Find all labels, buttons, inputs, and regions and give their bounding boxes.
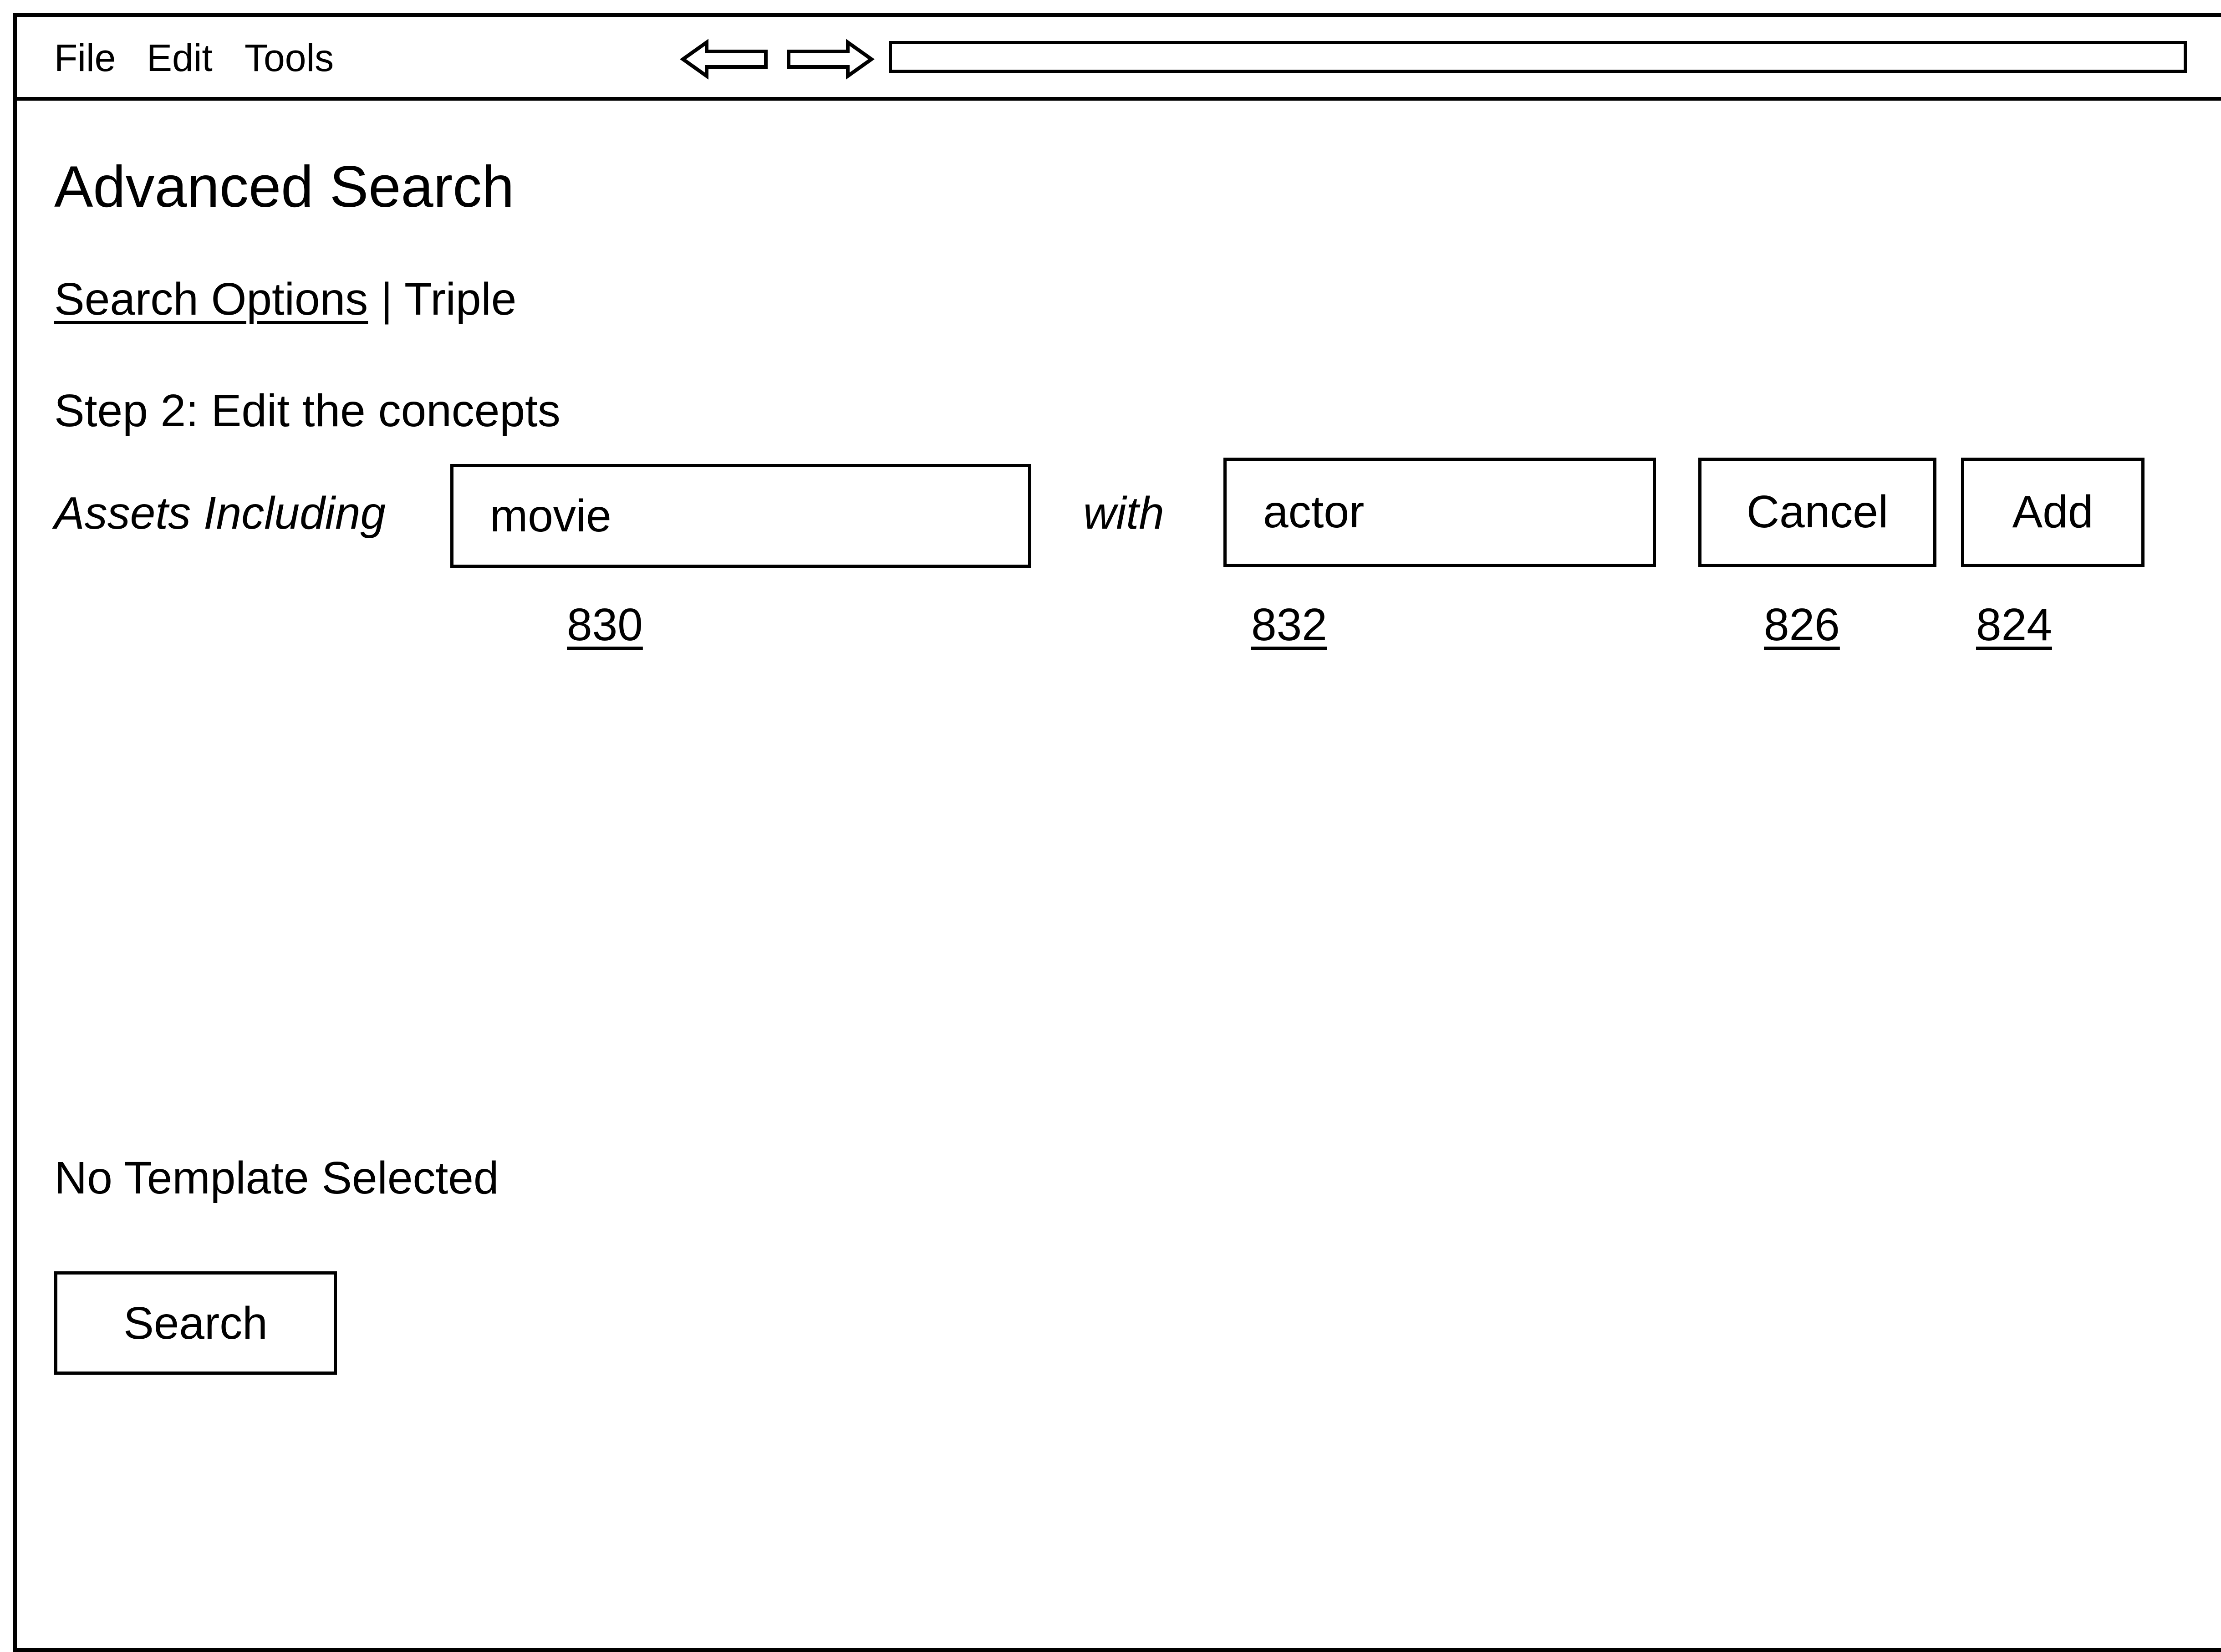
search-options-link[interactable]: Search Options — [54, 274, 368, 325]
address-bar[interactable] — [889, 41, 2187, 73]
reference-numeral-826: 826 — [1764, 599, 1840, 650]
search-button-label: Search — [123, 1297, 268, 1349]
object-concept-input[interactable]: actor — [1223, 458, 1656, 567]
connector-label: with — [1083, 488, 1164, 539]
subject-concept-value: movie — [490, 490, 611, 541]
cancel-button[interactable]: Cancel — [1698, 458, 1936, 567]
forward-arrow-icon[interactable] — [784, 39, 875, 80]
menu-file[interactable]: File — [54, 39, 116, 77]
template-status: No Template Selected — [54, 1152, 499, 1203]
reference-numeral-824: 824 — [1976, 599, 2052, 650]
add-button[interactable]: Add — [1961, 458, 2145, 567]
page-title: Advanced Search — [54, 154, 514, 219]
menu-edit[interactable]: Edit — [147, 39, 213, 77]
reference-numeral-832: 832 — [1251, 599, 1327, 650]
menu-bar: File Edit Tools — [17, 17, 2221, 101]
reference-numeral-830: 830 — [567, 599, 643, 650]
back-arrow-icon[interactable] — [679, 39, 770, 80]
search-button[interactable]: Search — [54, 1271, 337, 1375]
add-button-label: Add — [2012, 486, 2094, 537]
breadcrumb: Search Options | Triple — [54, 276, 516, 322]
cancel-button-label: Cancel — [1746, 486, 1889, 537]
breadcrumb-separator: | — [381, 274, 393, 325]
subject-concept-input[interactable]: movie — [450, 464, 1031, 568]
subject-label: Assets Including — [54, 488, 386, 539]
step-label: Step 2: Edit the concepts — [54, 385, 560, 436]
menu-tools[interactable]: Tools — [245, 39, 334, 77]
object-concept-value: actor — [1263, 486, 1365, 537]
browser-window: File Edit Tools Advanced Search Search O… — [13, 13, 2221, 1652]
breadcrumb-current: Triple — [404, 274, 517, 325]
